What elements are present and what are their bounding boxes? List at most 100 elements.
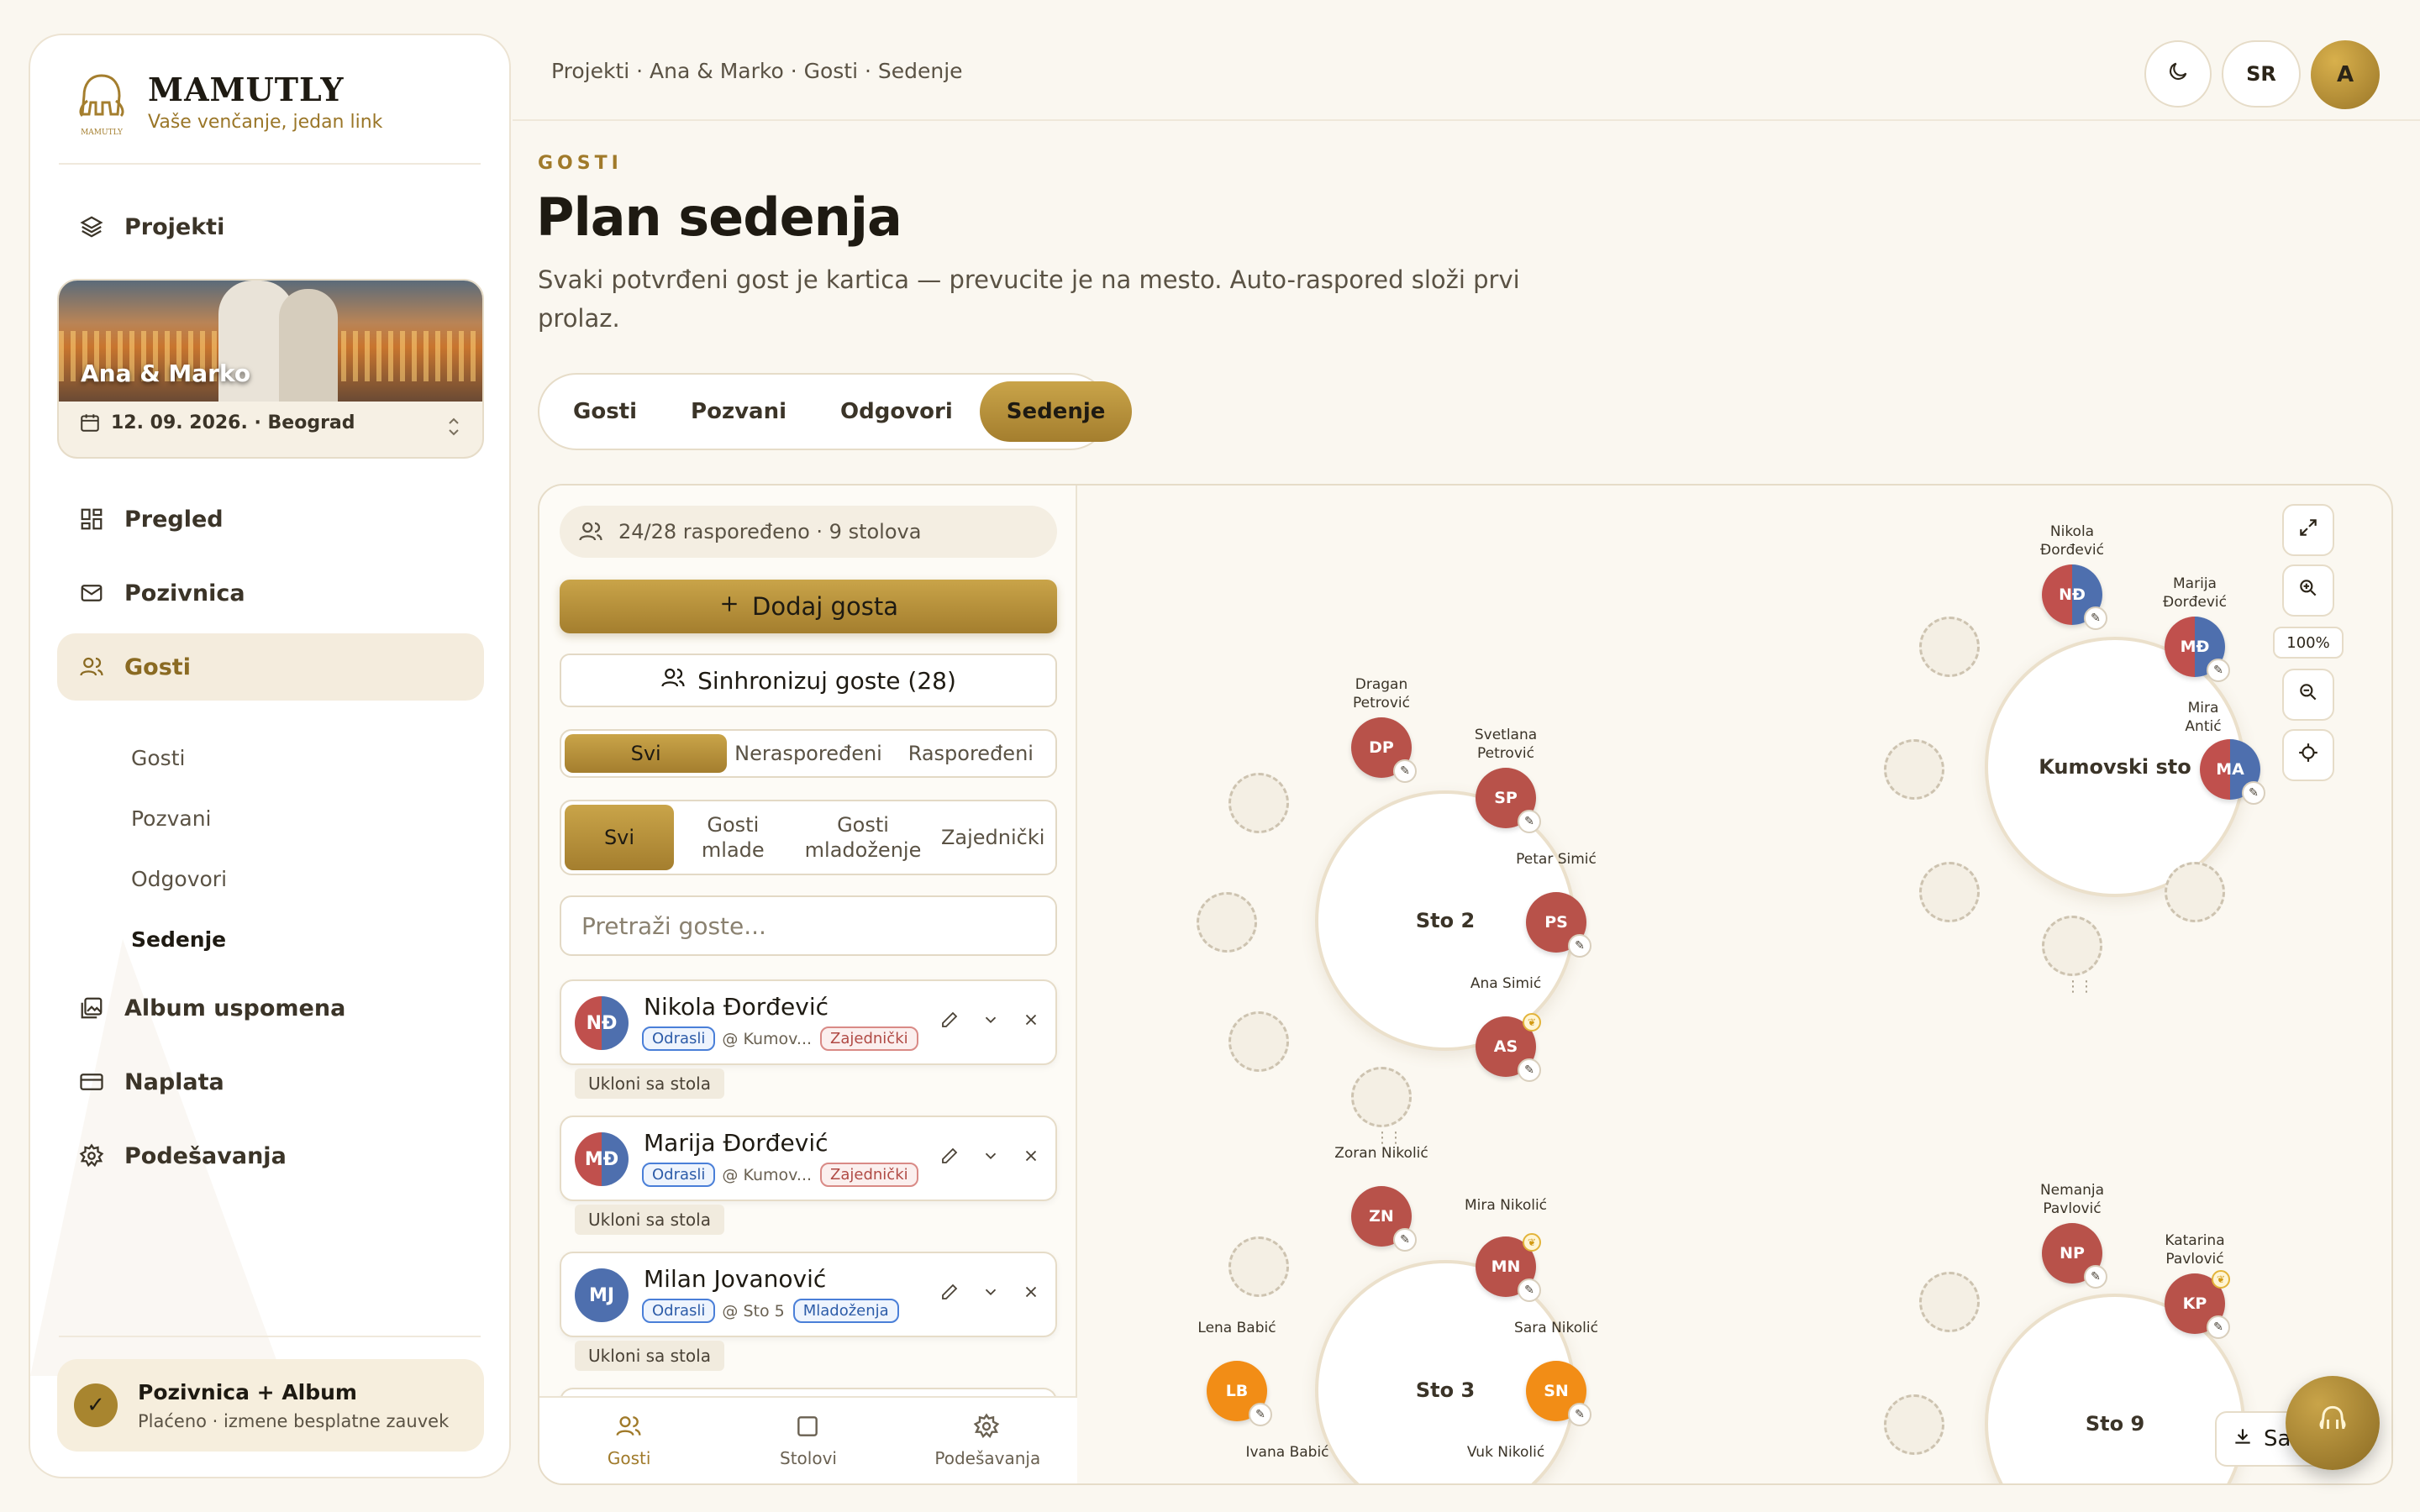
user-avatar[interactable]: A	[2311, 40, 2380, 109]
empty-seat[interactable]	[2165, 862, 2225, 922]
chevron-down-icon[interactable]	[981, 1147, 1000, 1170]
nav-gosti[interactable]: Gosti	[57, 633, 484, 701]
guest-seat[interactable]: MN ❦ ✎	[1476, 1233, 1541, 1302]
brand-tagline: Vaše venčanje, jedan link	[148, 112, 383, 133]
guest-card[interactable]: MJ Milan Jovanović Odrasli @ Sto 5 Mlado…	[560, 1252, 1057, 1337]
chevron-down-icon[interactable]	[981, 1283, 1000, 1306]
pencil-icon[interactable]: ✎	[2084, 606, 2107, 630]
empty-seat[interactable]	[1228, 1236, 1289, 1297]
mammoth-assistant-button[interactable]	[2286, 1376, 2380, 1470]
guest-seat[interactable]: AS ❦ ✎	[1476, 1013, 1541, 1082]
bottom-tab-stolovi[interactable]: Stolovi	[718, 1398, 897, 1483]
svg-text:MAMUTLY: MAMUTLY	[81, 129, 124, 137]
subnav-gosti[interactable]: Gosti	[131, 746, 185, 770]
filter-zajednicki[interactable]: Zajednički	[934, 805, 1052, 870]
empty-seat[interactable]	[1919, 1272, 1980, 1332]
nav-naplata[interactable]: Naplata	[57, 1048, 484, 1116]
side-badge: Mladoženja	[792, 1299, 899, 1323]
recenter-button[interactable]	[2282, 729, 2334, 781]
empty-seat[interactable]	[1884, 739, 1944, 800]
guest-card[interactable]: NĐ Nikola Đorđević Odrasli @ Kumov... Za…	[560, 979, 1057, 1065]
pencil-icon[interactable]: ✎	[2207, 1315, 2230, 1339]
guest-card[interactable]: MĐ Marija Đorđević Odrasli @ Kumov... Za…	[560, 1116, 1057, 1201]
remove-from-table-button[interactable]: Ukloni sa stola	[575, 1341, 724, 1371]
guest-seat[interactable]: SN ✎	[1526, 1361, 1591, 1426]
crosshair-icon	[2297, 742, 2319, 769]
pencil-icon[interactable]: ✎	[2242, 781, 2265, 805]
empty-seat[interactable]	[2042, 916, 2102, 976]
guest-seat[interactable]: ZN ✎	[1351, 1186, 1417, 1252]
tab-gosti[interactable]: Gosti	[546, 381, 664, 442]
bottom-tab-gosti[interactable]: Gosti	[539, 1398, 718, 1483]
subnav-odgovori[interactable]: Odgovori	[131, 867, 227, 891]
filter-gosti-mlade[interactable]: Gosti mlade	[674, 805, 792, 870]
close-icon[interactable]	[1022, 1147, 1040, 1170]
side-badge: Zajednički	[820, 1163, 918, 1187]
empty-seat[interactable]	[1228, 1011, 1289, 1072]
brand[interactable]: MAMUTLY MAMUTLY Vaše venčanje, jedan lin…	[64, 64, 382, 139]
tab-sedenje[interactable]: Sedenje	[979, 381, 1133, 442]
language-button[interactable]: SR	[2222, 40, 2301, 108]
nav-pregled[interactable]: Pregled	[57, 486, 484, 553]
subnav-pozvani[interactable]: Pozvani	[131, 806, 212, 831]
sync-guests-button[interactable]: Sinhronizuj goste (28)	[560, 654, 1057, 707]
pencil-icon[interactable]: ✎	[1518, 1058, 1541, 1082]
pencil-icon[interactable]	[939, 1282, 960, 1307]
empty-seat[interactable]	[1919, 862, 1980, 922]
guest-seat[interactable]: DP ✎	[1351, 717, 1417, 783]
pencil-icon[interactable]: ✎	[1518, 1278, 1541, 1302]
filter-svi[interactable]: Svi	[565, 734, 728, 773]
page-title: Plan sedenja	[536, 186, 902, 248]
remove-from-table-button[interactable]: Ukloni sa stola	[575, 1205, 724, 1235]
add-guest-button[interactable]: Dodaj gosta	[560, 580, 1057, 633]
zoom-in-button[interactable]	[2282, 564, 2334, 617]
filter-gosti-mladozenje[interactable]: Gosti mladoženje	[792, 805, 934, 870]
tab-pozvani[interactable]: Pozvani	[664, 381, 813, 442]
filter-rasporedjeni[interactable]: Raspoređeni	[890, 734, 1052, 773]
drag-handle-icon[interactable]: ⋮⋮	[2065, 978, 2094, 995]
close-icon[interactable]	[1022, 1011, 1040, 1034]
bottom-tab-podesavanja[interactable]: Podešavanja	[898, 1398, 1077, 1483]
nav-projects[interactable]: Projekti	[57, 193, 484, 260]
empty-seat[interactable]	[1197, 892, 1257, 953]
empty-seat[interactable]	[1919, 617, 1980, 677]
filter-side-svi[interactable]: Svi	[565, 805, 674, 870]
pencil-icon[interactable]: ✎	[1568, 1403, 1591, 1426]
fullscreen-button[interactable]	[2282, 504, 2334, 556]
project-switcher[interactable]: Ana & Marko 12. 09. 2026. · Beograd	[57, 279, 484, 459]
pencil-icon[interactable]: ✎	[2084, 1265, 2107, 1289]
pencil-icon[interactable]: ✎	[1518, 810, 1541, 833]
guest-seat[interactable]: NP ✎	[2042, 1223, 2107, 1289]
pencil-icon[interactable]	[939, 1010, 960, 1035]
empty-seat[interactable]	[1884, 1394, 1944, 1455]
nav-pozivnica[interactable]: Pozivnica	[57, 559, 484, 627]
guest-seat[interactable]: KP ❦ ✎	[2165, 1270, 2230, 1339]
pencil-icon[interactable]	[939, 1146, 960, 1171]
subnav-sedenje[interactable]: Sedenje	[131, 927, 226, 952]
pencil-icon[interactable]: ✎	[1249, 1403, 1272, 1426]
remove-from-table-button[interactable]: Ukloni sa stola	[575, 1068, 724, 1099]
filter-nerasporedjeni[interactable]: Neraspoređeni	[727, 734, 889, 773]
guest-seat[interactable]: MA ✎	[2200, 739, 2265, 805]
seating-canvas[interactable]: Sto 2 ⋮⋮ Dragan Petrović DP ✎ Svetlana Pe…	[1079, 486, 2391, 1483]
nav-podesavanja[interactable]: Podešavanja	[57, 1122, 484, 1189]
dark-mode-toggle[interactable]	[2144, 40, 2212, 108]
plan-status-card[interactable]: ✓ Pozivnica + Album Plaćeno · izmene bes…	[57, 1359, 484, 1452]
guest-seat[interactable]: LB ✎	[1207, 1361, 1272, 1426]
close-icon[interactable]	[1022, 1283, 1040, 1306]
zoom-out-button[interactable]	[2282, 669, 2334, 721]
guest-seat[interactable]: PS ✎	[1526, 892, 1591, 958]
empty-seat[interactable]	[1351, 1067, 1412, 1127]
guest-seat[interactable]: NĐ ✎	[2042, 564, 2107, 630]
pencil-icon[interactable]: ✎	[1393, 759, 1417, 783]
chevron-down-icon[interactable]	[981, 1011, 1000, 1034]
empty-seat[interactable]	[1228, 773, 1289, 833]
pencil-icon[interactable]: ✎	[1568, 934, 1591, 958]
pencil-icon[interactable]: ✎	[1393, 1228, 1417, 1252]
guest-seat[interactable]: SP ✎	[1476, 768, 1541, 833]
guest-search-input[interactable]	[560, 895, 1057, 956]
guest-seat[interactable]: MĐ ✎	[2165, 617, 2230, 682]
nav-album[interactable]: Album uspomena	[57, 974, 484, 1042]
tab-odgovori[interactable]: Odgovori	[813, 381, 980, 442]
pencil-icon[interactable]: ✎	[2207, 659, 2230, 682]
